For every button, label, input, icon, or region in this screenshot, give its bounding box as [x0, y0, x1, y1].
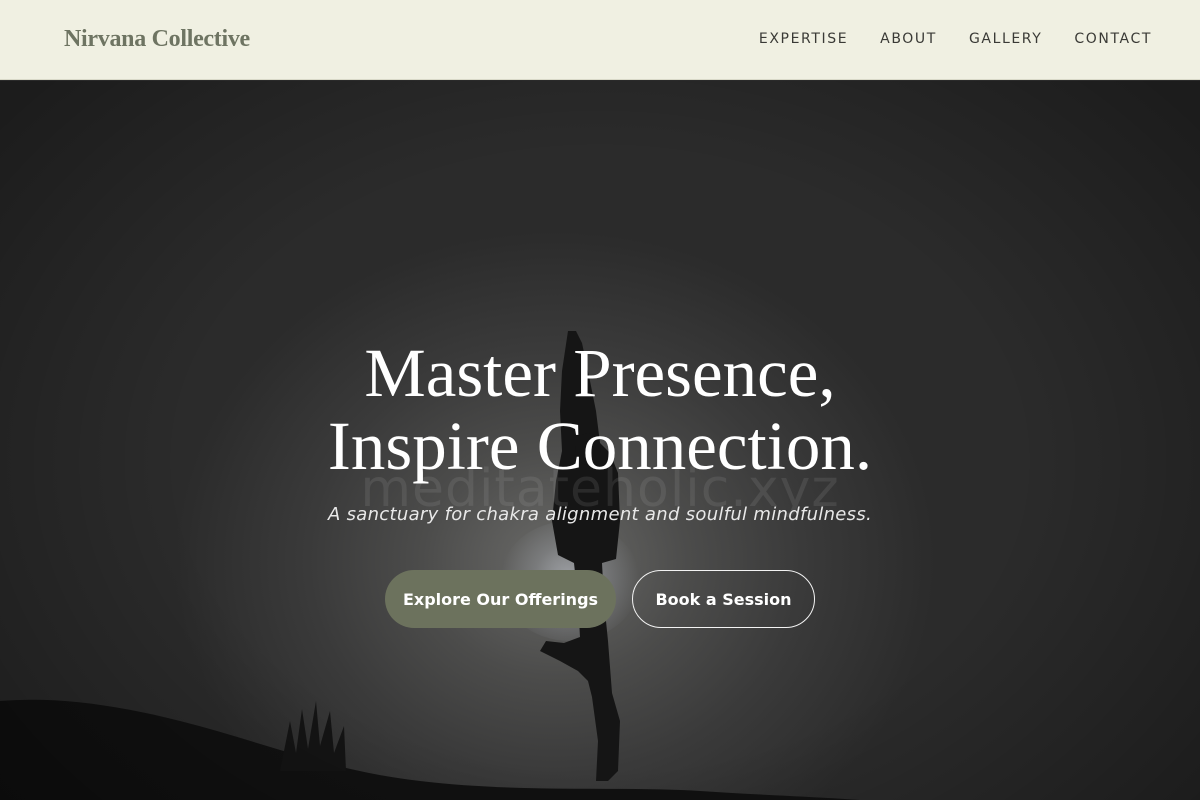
hero-headline: Master Presence, Inspire Connection.	[0, 337, 1200, 483]
hero-section: meditateholic.xyz Master Presence, Inspi…	[0, 81, 1200, 800]
hero-headline-line2: Inspire Connection.	[327, 408, 873, 484]
brand-logo[interactable]: Nirvana Collective	[64, 26, 250, 53]
main-nav: EXPERTISE ABOUT GALLERY CONTACT	[759, 31, 1152, 47]
nav-item-about[interactable]: ABOUT	[880, 31, 937, 47]
book-session-button[interactable]: Book a Session	[632, 570, 815, 628]
site-header: Nirvana Collective EXPERTISE ABOUT GALLE…	[0, 0, 1200, 80]
hero-tagline: A sanctuary for chakra alignment and sou…	[327, 504, 873, 525]
nav-item-gallery[interactable]: GALLERY	[969, 31, 1042, 47]
explore-offerings-button[interactable]: Explore Our Offerings	[385, 570, 616, 628]
nav-item-expertise[interactable]: EXPERTISE	[759, 31, 848, 47]
hero-headline-line1: Master Presence,	[364, 335, 836, 411]
nav-item-contact[interactable]: CONTACT	[1074, 31, 1152, 47]
